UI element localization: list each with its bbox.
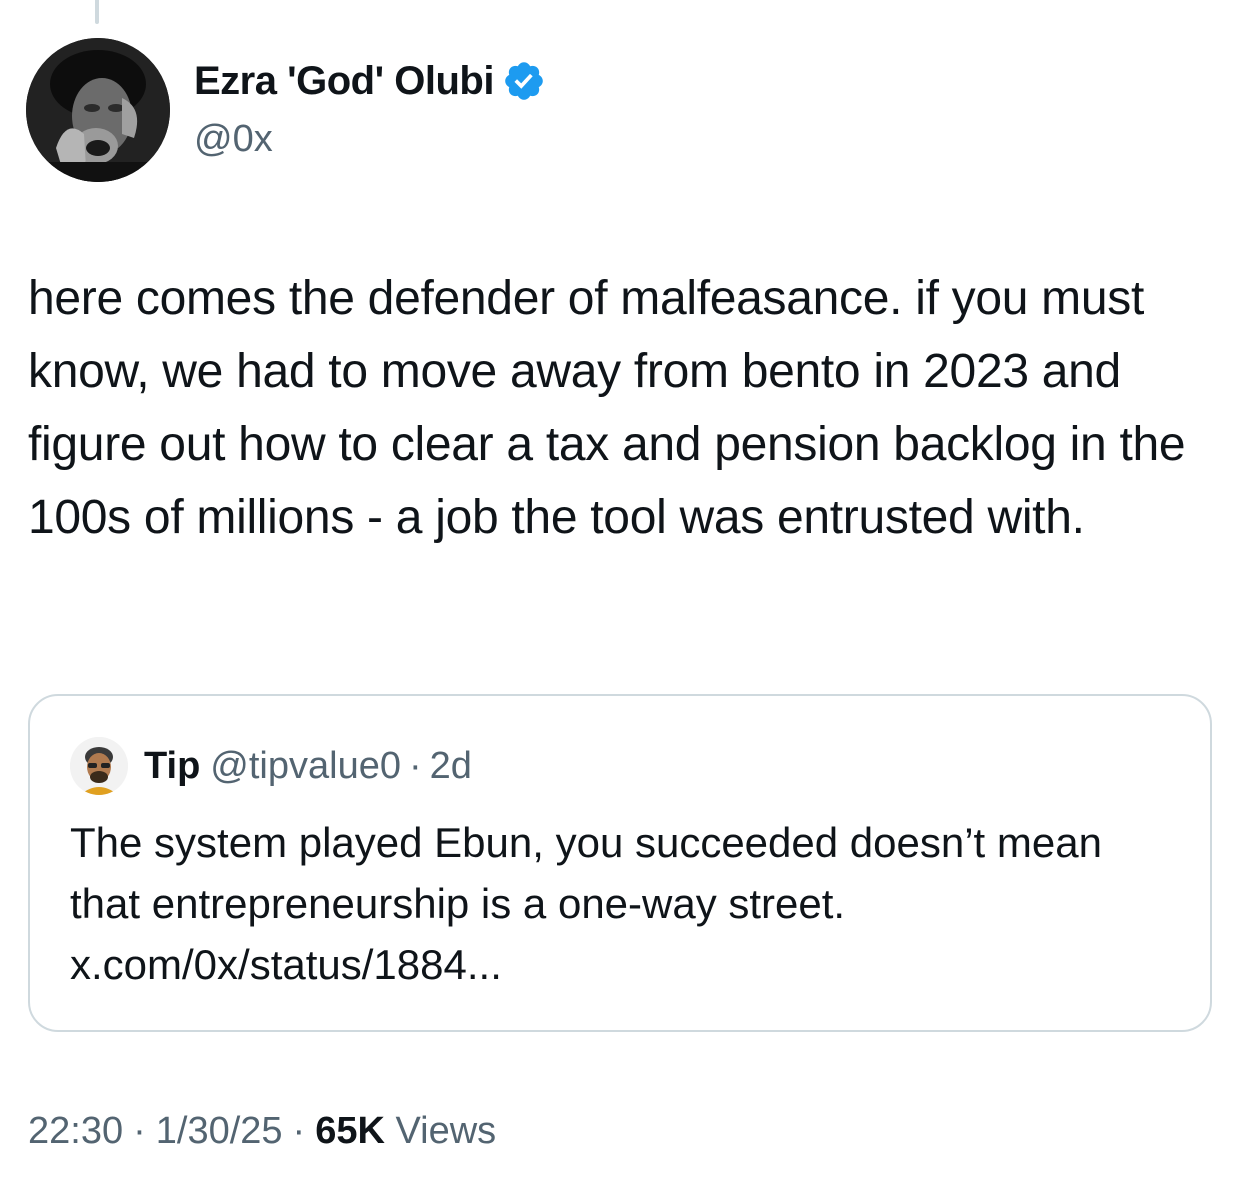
profile-photo-icon — [26, 38, 170, 182]
quoted-separator: · — [408, 744, 422, 787]
meta-separator: · — [133, 1110, 146, 1152]
tweet-meta-row: 22:30 · 1/30/25 · 65K Views — [28, 1110, 496, 1153]
quoted-tweet-text: The system played Ebun, you succeeded do… — [70, 819, 1102, 988]
author-avatar[interactable] — [26, 38, 170, 182]
verified-badge-icon[interactable] — [502, 59, 546, 103]
tweet-text: here comes the defender of malfeasance. … — [28, 272, 1186, 544]
quoted-tweet-card[interactable]: Tip @tipvalue0 · 2d The system played Eb… — [28, 694, 1212, 1032]
tweet-time[interactable]: 22:30 — [28, 1110, 123, 1152]
quoted-author-avatar — [70, 737, 128, 795]
tweet-date[interactable]: 1/30/25 — [156, 1110, 283, 1152]
views-label: Views — [395, 1110, 497, 1152]
author-name[interactable]: Ezra 'God' Olubi — [194, 59, 494, 104]
thread-connector-line — [95, 0, 99, 24]
views-count[interactable]: 65K — [315, 1110, 385, 1152]
quoted-tweet-header: Tip @tipvalue0 · 2d — [70, 736, 472, 796]
profile-photo-icon — [70, 737, 128, 795]
author-name-row: Ezra 'God' Olubi — [194, 56, 546, 106]
quoted-timestamp: 2d — [429, 744, 472, 787]
meta-separator: · — [292, 1110, 306, 1152]
author-handle[interactable]: @0x — [194, 118, 273, 161]
quoted-author-handle: @tipvalue0 — [210, 744, 401, 787]
quoted-author-name: Tip — [144, 744, 201, 787]
